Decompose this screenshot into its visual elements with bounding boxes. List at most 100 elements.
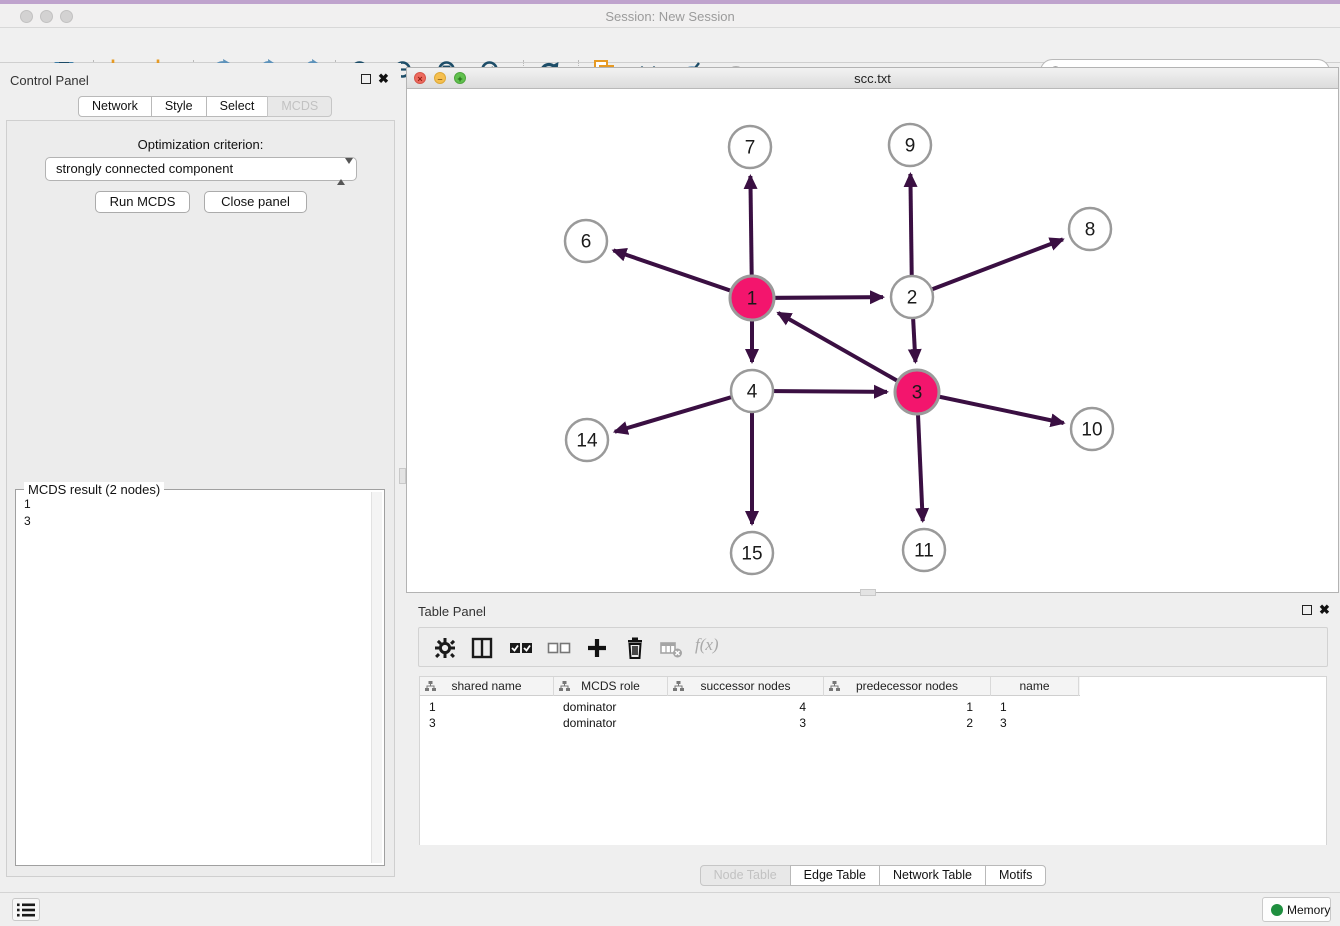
optimization-label: Optimization criterion: <box>7 137 394 152</box>
close-panel-button[interactable]: Close panel <box>204 191 307 213</box>
node-4[interactable]: 4 <box>731 370 773 412</box>
svg-text:8: 8 <box>1085 220 1096 241</box>
node-7[interactable]: 7 <box>729 126 771 168</box>
optimization-criterion-dropdown[interactable]: strongly connected component <box>45 157 357 181</box>
table-panel-float-button[interactable] <box>1302 605 1312 615</box>
node-3[interactable]: 3 <box>895 370 939 414</box>
edge-2-8[interactable] <box>912 239 1063 297</box>
control-panel-close-button[interactable]: ✖ <box>378 73 389 84</box>
column-header-successor-nodes[interactable]: successor nodes <box>668 677 824 696</box>
svg-text:11: 11 <box>914 541 934 562</box>
column-header-predecessor-nodes[interactable]: predecessor nodes <box>824 677 991 696</box>
mcds-panel: Optimization criterion: strongly connect… <box>6 120 395 877</box>
tab-motifs[interactable]: Motifs <box>985 865 1046 886</box>
tab-node-table[interactable]: Node Table <box>700 865 791 886</box>
svg-text:10: 10 <box>1081 420 1102 441</box>
show-columns-button[interactable] <box>470 636 494 660</box>
column-header-name[interactable]: name <box>991 677 1079 696</box>
control-panel-float-button[interactable] <box>361 74 371 84</box>
create-column-button[interactable] <box>585 636 609 660</box>
result-scrollbar[interactable] <box>371 492 382 863</box>
network-window-titlebar[interactable]: × – + scc.txt <box>407 68 1338 89</box>
delete-table-icon <box>659 636 683 660</box>
mcds-result-list: 13 <box>24 496 31 530</box>
cell-MCDS-role[interactable]: dominator <box>554 699 668 715</box>
vertical-split-handle[interactable] <box>399 468 406 484</box>
unchecked-boxes-icon <box>547 636 571 660</box>
main-toolbar <box>0 28 1340 63</box>
gear-icon <box>433 636 457 660</box>
table-panel-title: Table Panel <box>418 604 486 619</box>
delete-table-button-disabled <box>659 636 683 660</box>
cell-predecessor-nodes[interactable]: 1 <box>824 699 991 715</box>
node-table[interactable]: shared nameMCDS rolesuccessor nodesprede… <box>419 676 1327 845</box>
network-view-window: × – + scc.txt 1 2 3 4 6 7 8 9 10 11 14 15 <box>406 67 1339 593</box>
cell-name[interactable]: 1 <box>991 699 1079 715</box>
trash-icon <box>623 636 647 660</box>
edge-3-1[interactable] <box>778 313 917 392</box>
status-bar: Memory <box>0 892 1340 926</box>
tab-mcds[interactable]: MCDS <box>267 96 332 117</box>
network-canvas[interactable]: 1 2 3 4 6 7 8 9 10 11 14 15 <box>407 89 1338 592</box>
result-line: 3 <box>24 513 31 530</box>
columns-icon <box>470 636 494 660</box>
application-window: Session: New Session <box>0 0 1340 926</box>
tab-edge-table[interactable]: Edge Table <box>790 865 880 886</box>
cell-predecessor-nodes[interactable]: 2 <box>824 715 991 731</box>
column-header-MCDS-role[interactable]: MCDS role <box>554 677 668 696</box>
node-14[interactable]: 14 <box>566 419 608 461</box>
checked-boxes-icon <box>509 636 533 660</box>
chevron-up-down-icon <box>337 161 350 178</box>
cell-shared-name[interactable]: 1 <box>420 699 554 715</box>
node-2[interactable]: 2 <box>891 276 933 318</box>
svg-text:14: 14 <box>576 431 598 452</box>
node-15[interactable]: 15 <box>731 532 773 574</box>
run-mcds-button[interactable]: Run MCDS <box>95 191 190 213</box>
tab-select[interactable]: Select <box>206 96 269 117</box>
control-panel-title: Control Panel <box>10 73 89 88</box>
task-history-button[interactable] <box>12 898 40 921</box>
table-panel: Table Panel ✖ f(x) <box>406 597 1340 888</box>
svg-text:3: 3 <box>912 383 923 404</box>
control-panel-tabs: NetworkStyleSelectMCDS <box>78 96 332 117</box>
window-titlebar: Session: New Session <box>0 4 1340 28</box>
table-toolbar: f(x) <box>418 627 1328 667</box>
list-icon <box>16 902 36 918</box>
memory-button[interactable]: Memory <box>1262 897 1331 922</box>
table-panel-close-button[interactable]: ✖ <box>1319 604 1330 615</box>
node-6[interactable]: 6 <box>565 220 607 262</box>
network-title: scc.txt <box>407 71 1338 86</box>
memory-status-icon <box>1271 904 1283 916</box>
horizontal-split-handle[interactable] <box>860 589 876 596</box>
svg-text:9: 9 <box>905 136 916 157</box>
cell-name[interactable]: 3 <box>991 715 1079 731</box>
result-line: 1 <box>24 496 31 513</box>
column-header-shared-name[interactable]: shared name <box>420 677 554 696</box>
node-10[interactable]: 10 <box>1071 408 1113 450</box>
mcds-result-box: MCDS result (2 nodes) 13 <box>15 489 385 866</box>
node-1[interactable]: 1 <box>730 276 774 320</box>
memory-label: Memory <box>1287 903 1330 917</box>
cell-successor-nodes[interactable]: 3 <box>668 715 824 731</box>
select-all-columns-button[interactable] <box>509 636 533 660</box>
delete-columns-button[interactable] <box>623 636 647 660</box>
node-9[interactable]: 9 <box>889 124 931 166</box>
cell-successor-nodes[interactable]: 4 <box>668 699 824 715</box>
cell-shared-name[interactable]: 3 <box>420 715 554 731</box>
table-settings-button[interactable] <box>433 636 457 660</box>
svg-text:4: 4 <box>747 382 758 403</box>
control-panel: Control Panel ✖ NetworkStyleSelectMCDS O… <box>0 63 401 888</box>
plus-icon <box>585 636 609 660</box>
node-8[interactable]: 8 <box>1069 208 1111 250</box>
svg-text:6: 6 <box>581 232 592 253</box>
tab-network[interactable]: Network <box>78 96 152 117</box>
table-row[interactable]: 1dominator411 <box>420 699 1080 715</box>
unselect-all-columns-button[interactable] <box>547 636 571 660</box>
table-row[interactable]: 3dominator323 <box>420 715 1080 731</box>
tab-style[interactable]: Style <box>151 96 207 117</box>
node-11[interactable]: 11 <box>903 529 945 571</box>
table-panel-tabs: Node TableEdge TableNetwork TableMotifs <box>406 865 1340 886</box>
tab-network-table[interactable]: Network Table <box>879 865 986 886</box>
dropdown-value: strongly connected component <box>56 161 233 176</box>
cell-MCDS-role[interactable]: dominator <box>554 715 668 731</box>
